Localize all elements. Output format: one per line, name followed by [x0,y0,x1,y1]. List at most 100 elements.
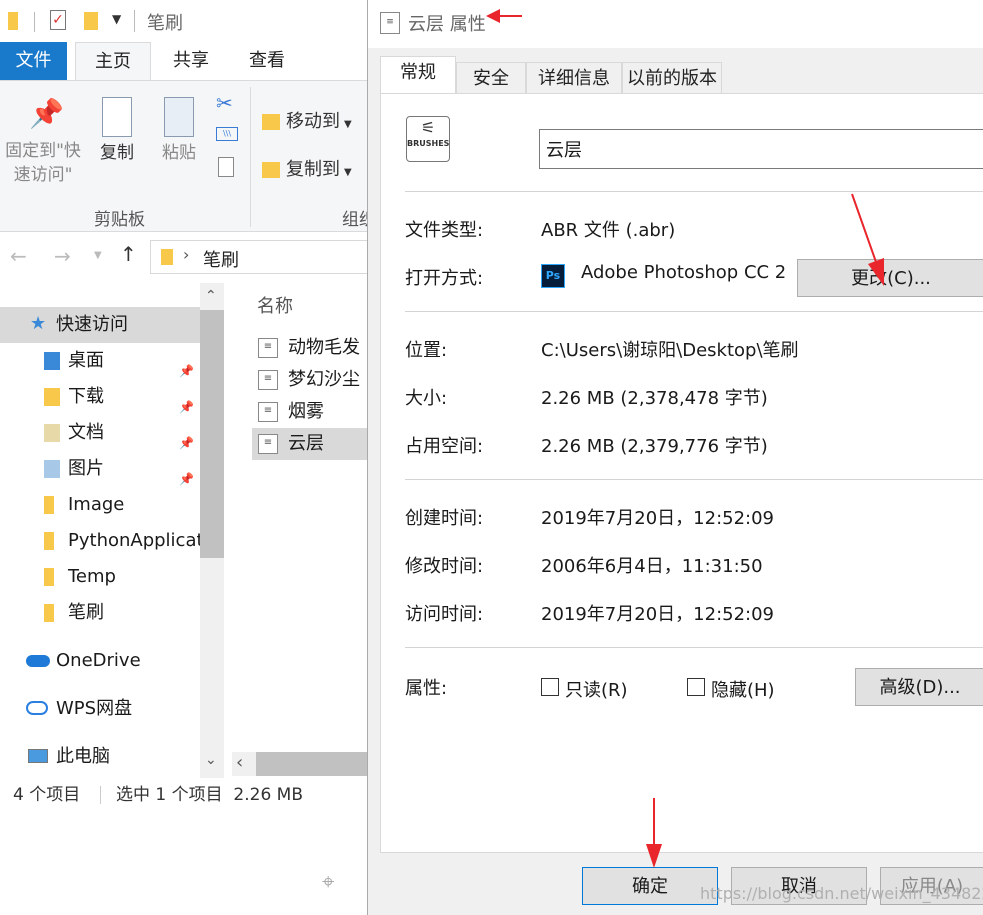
created-label: 创建时间: [405,508,484,529]
hidden-checkbox[interactable] [687,678,705,696]
brush-file-icon: ≡ [258,434,278,454]
navigation-scrollbar-thumb[interactable] [200,310,224,558]
file-name-value[interactable]: 云层 [546,136,582,162]
window-title: 笔刷 [147,13,183,34]
tab-view[interactable]: 查看 [229,42,305,80]
photoshop-icon: Ps [541,264,565,288]
tab-security[interactable]: 安全 [456,62,526,94]
separator [405,479,983,480]
hidden-label[interactable]: 隐藏(H) [711,676,775,702]
nav-item-downloads[interactable]: 下载 📌 [0,379,200,415]
copy-path-icon[interactable]: \\\ [216,127,238,141]
clipboard-group-label: 剪贴板 [94,210,145,230]
paste-button[interactable]: 粘贴 [154,95,204,165]
new-folder-icon[interactable] [84,12,98,30]
brush-file-icon: ≡ [258,370,278,390]
chevron-down-icon: ▼ [344,167,352,178]
nav-item-quick-access[interactable]: ★ 快速访问 [0,307,200,343]
nav-item-wps-cloud[interactable]: WPS网盘 [0,691,200,727]
file-name-field[interactable]: 云层 [539,129,983,169]
copy-to-label: 复制到 [286,159,340,180]
nav-item-documents[interactable]: 文档 📌 [0,415,200,451]
file-name: 梦幻沙尘 [288,369,360,390]
wps-cloud-icon [26,701,48,715]
documents-folder-icon [44,424,60,442]
up-arrow-icon[interactable]: ↑ [120,242,137,266]
cut-icon[interactable]: ✂ [216,91,233,115]
forward-arrow-icon[interactable]: → [54,244,71,268]
change-button[interactable]: 更改(C)... [797,259,983,297]
advanced-button[interactable]: 高级(D)... [855,668,983,706]
cloud-icon [26,655,50,667]
properties-check-icon[interactable]: ✓ [50,10,66,30]
organize-group-label: 组织 [342,210,367,230]
brush-file-icon: ≡ [258,402,278,422]
disk-size-label: 占用空间: [405,436,484,457]
file-item-dream-dust[interactable]: ≡ 梦幻沙尘 [252,364,367,396]
nav-item-brushes[interactable]: 笔刷 [0,595,200,631]
scroll-left-icon[interactable]: ‹ [236,752,243,773]
disk-size-value: 2.26 MB (2,379,776 字节) [541,436,768,457]
nav-item-label: 此电脑 [56,746,110,767]
breadcrumb-current[interactable]: 笔刷 [203,246,239,272]
file-item-smoke[interactable]: ≡ 烟雾 [252,396,367,428]
chevron-down-icon: ▼ [344,119,352,130]
copy-button[interactable]: 复制 [92,95,142,165]
nav-item-pictures[interactable]: 图片 📌 [0,451,200,487]
back-arrow-icon[interactable]: ← [10,244,27,268]
tab-general[interactable]: 常规 [380,56,456,94]
open-with-value: Adobe Photoshop CC 20 [581,262,785,283]
nav-item-label: 笔刷 [68,602,104,623]
paste-shortcut-icon[interactable] [218,157,234,177]
nav-item-onedrive[interactable]: OneDrive [0,643,200,679]
move-to-icon [262,114,280,130]
customize-qat-chevron-icon[interactable]: ▼ [112,12,121,26]
annotation-arrow-ok [646,798,662,868]
nav-item-temp[interactable]: Temp [0,559,200,595]
modified-label: 修改时间: [405,556,484,577]
readonly-checkbox[interactable] [541,678,559,696]
tab-previous-versions[interactable]: 以前的版本 [622,62,722,94]
annotation-arrow-title [486,9,522,23]
separator [405,191,983,192]
scroll-up-icon[interactable]: ⌃ [205,288,217,304]
column-header-name[interactable]: 名称 [257,292,293,318]
address-bar[interactable]: › 笔刷 [150,240,367,274]
folder-icon [161,249,173,265]
nav-item-this-pc[interactable]: 此电脑 [0,739,200,775]
pin-to-quick-access-button[interactable]: 📌 固定到"快 速访问" [0,95,86,187]
nav-item-label: PythonApplicati [68,530,200,551]
file-item-cloud-layer[interactable]: ≡ 云层 [252,428,367,460]
nav-item-pythonapplication[interactable]: PythonApplicati [0,523,200,559]
download-folder-icon [44,388,60,406]
move-to-button[interactable]: 移动到 ▼ [262,107,352,133]
copy-to-button[interactable]: 复制到 ▼ [262,155,352,181]
paste-icon [164,97,194,137]
tab-share[interactable]: 共享 [153,42,229,80]
move-to-label: 移动到 [286,111,340,132]
nav-item-desktop[interactable]: 桌面 📌 [0,343,200,379]
accessed-value: 2019年7月20日，12:52:09 [541,604,775,625]
scroll-down-icon[interactable]: ⌄ [205,752,217,768]
brush-file-icon: ≡ [258,338,278,358]
tab-details[interactable]: 详细信息 [526,62,622,94]
location-value: C:\Users\谢琼阳\Desktop\笔刷 [541,340,799,361]
ok-button[interactable]: 确定 [582,867,718,905]
computer-icon [28,749,48,763]
copy-icon [102,97,132,137]
pin-icon: 📌 [29,97,64,130]
attributes-label: 属性: [405,678,448,699]
nav-item-image[interactable]: Image [0,487,200,523]
copy-label: 复制 [100,143,134,163]
copy-to-icon [262,162,280,178]
tab-file[interactable]: 文件 [0,42,67,80]
nav-item-label: 文档 [68,422,104,443]
breadcrumb-chevron-icon: › [183,245,190,264]
recent-chevron-icon[interactable]: ▼ [94,250,102,261]
nav-item-label: Temp [68,566,116,587]
file-item-animal-fur[interactable]: ≡ 动物毛发 [252,332,367,364]
sliders-icon: ⚟ [420,118,436,137]
readonly-label[interactable]: 只读(R) [565,676,628,702]
tab-home[interactable]: 主页 [75,42,151,80]
horizontal-scrollbar-thumb[interactable] [256,752,367,776]
